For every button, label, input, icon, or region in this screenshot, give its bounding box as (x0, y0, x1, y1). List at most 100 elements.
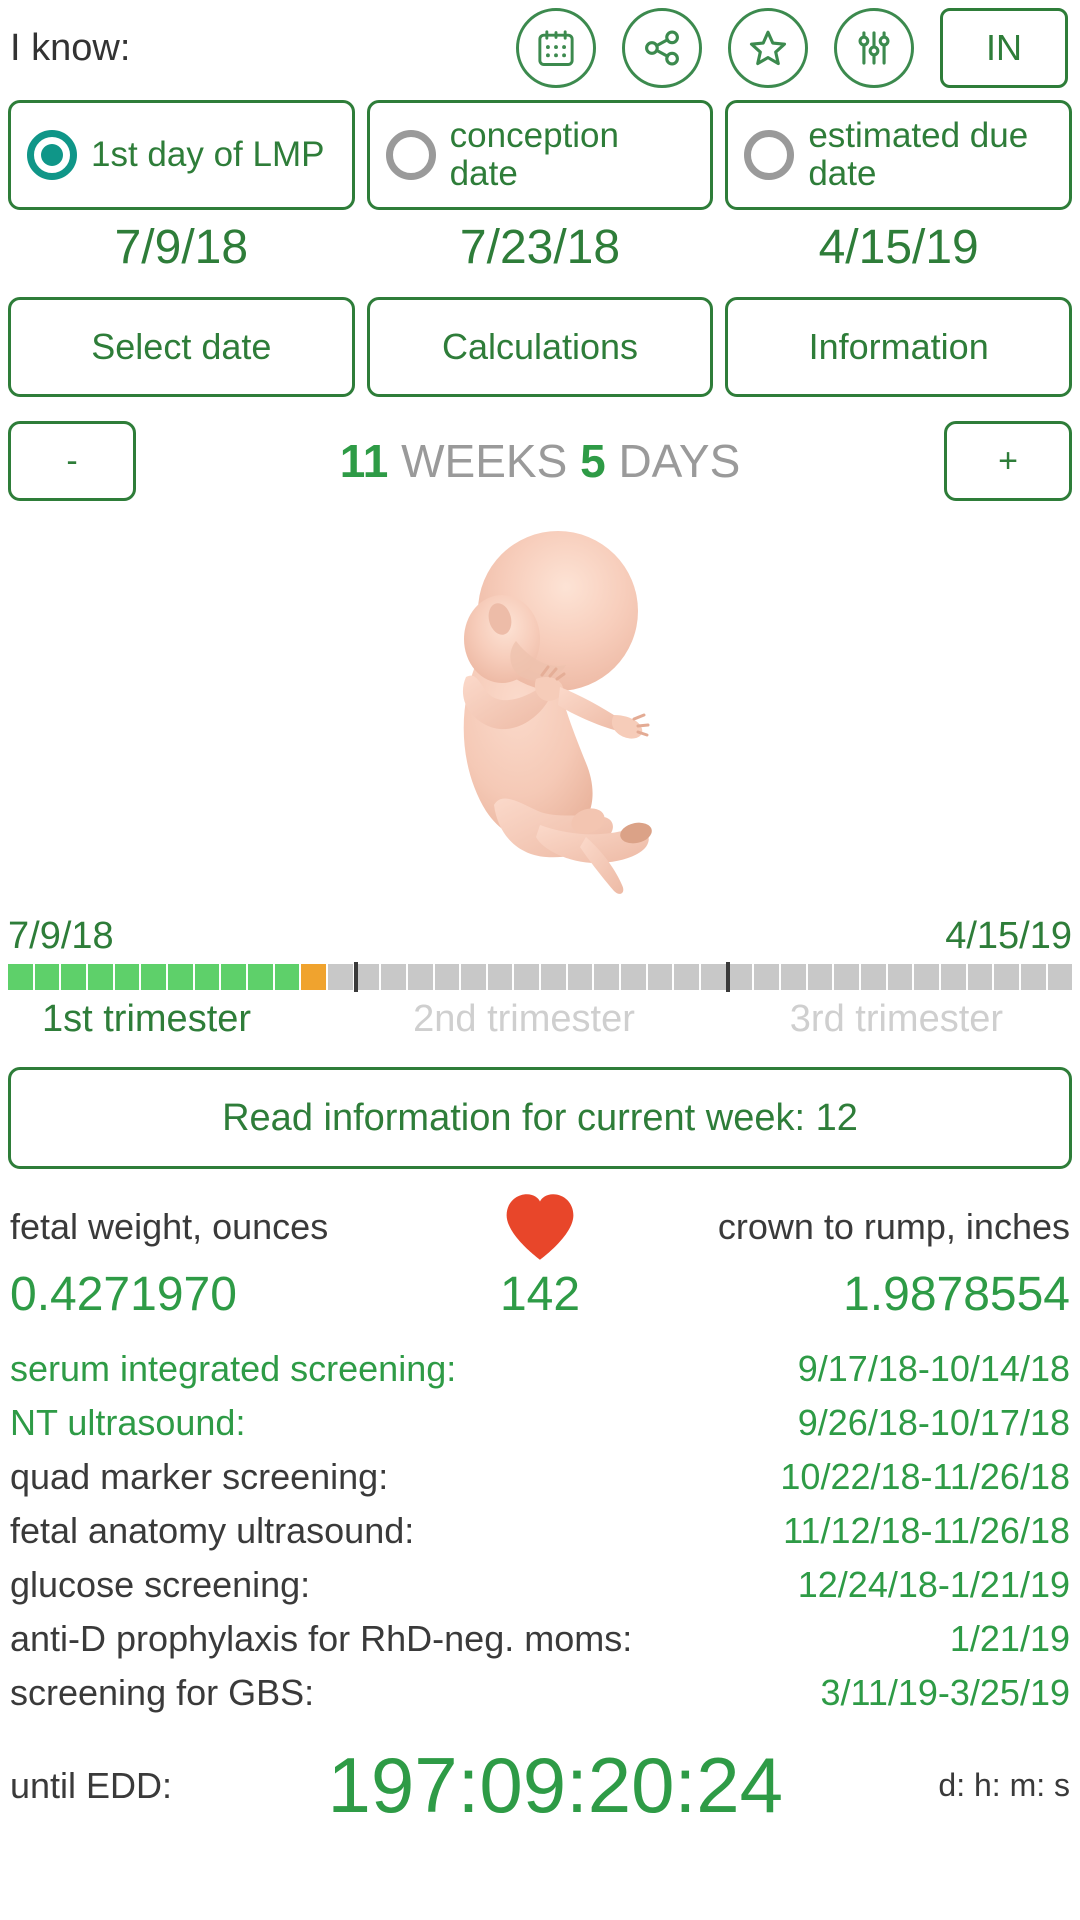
calendar-icon-button[interactable] (516, 8, 596, 88)
timeline-week-segment (61, 964, 86, 990)
timeline-week-segment (1047, 964, 1073, 990)
timeline-week-segment (407, 964, 433, 990)
date-value-conception[interactable]: 7/23/18 (367, 220, 714, 275)
timeline-week-segment (567, 964, 593, 990)
timeline-end-date: 4/15/19 (945, 915, 1072, 957)
screening-row: screening for GBS: 3/11/19-3/25/19 (10, 1672, 1070, 1714)
fetal-stats-labels: fetal weight, ounces crown to rump, inch… (10, 1191, 1070, 1263)
timeline-week-segment (487, 964, 513, 990)
screening-date-range: 10/22/18-11/26/18 (780, 1456, 1070, 1497)
gestational-age-stepper: - 11 WEEKS 5 DAYS + (6, 421, 1074, 501)
timeline-week-segment (167, 964, 193, 990)
countdown-row: until EDD: 197:09:20:24 d: h: m: s (6, 1740, 1074, 1831)
screening-row: glucose screening: 12/24/18-1/21/19 (10, 1564, 1070, 1606)
pregnancy-timeline: 7/9/18 4/15/19 1st trimester 2nd trimest… (6, 915, 1074, 1041)
radio-option-lmp[interactable]: 1st day of LMP (8, 100, 355, 210)
screening-schedule-table: serum integrated screening: 9/17/18-10/14… (6, 1348, 1074, 1714)
screening-label: quad marker screening: (10, 1456, 389, 1497)
fetal-stats-values: 0.4271970 142 1.9878554 (10, 1267, 1070, 1322)
timeline-week-segment (87, 964, 113, 990)
settings-sliders-icon-button[interactable] (834, 8, 914, 88)
timeline-week-segment (34, 964, 60, 990)
timeline-week-segment (834, 964, 859, 990)
screening-row: quad marker screening: 10/22/18-11/26/18 (10, 1456, 1070, 1498)
select-date-button[interactable]: Select date (8, 297, 355, 397)
screening-date-range: 12/24/18-1/21/19 (797, 1564, 1070, 1605)
timeline-week-segment (1020, 964, 1046, 990)
screening-label: screening for GBS: (10, 1672, 315, 1713)
timeline-week-segment (247, 964, 273, 990)
days-value: 5 (580, 435, 606, 487)
screening-label: fetal anatomy ultrasound: (10, 1510, 415, 1551)
radio-indicator-lmp[interactable] (27, 130, 77, 180)
share-icon (640, 26, 684, 70)
days-unit-label: DAYS (618, 435, 741, 487)
timeline-week-segment (381, 964, 406, 990)
countdown-label: until EDD: (10, 1764, 173, 1806)
timeline-week-segment (781, 964, 806, 990)
trimester-label-3: 3rd trimester (789, 998, 1004, 1040)
fetus-illustration-container (6, 511, 1074, 911)
radio-indicator-conception-date[interactable] (385, 130, 436, 180)
screening-date-range: 11/12/18-11/26/18 (783, 1510, 1070, 1551)
i-know-label: I know: (10, 26, 131, 69)
radio-option-estimated-due-date[interactable]: estimated due date (725, 100, 1073, 210)
method-radio-group: 1st day of LMP conception date estimated… (6, 100, 1074, 210)
method-dates-row: 7/9/18 7/23/18 4/15/19 (6, 220, 1074, 275)
timeline-week-segment (114, 964, 140, 990)
trimester-divider-tick (353, 962, 358, 992)
timeline-week-segment (754, 964, 780, 990)
read-week-information-button[interactable]: Read information for current week: 12 (8, 1067, 1072, 1169)
timeline-week-segment (141, 964, 166, 990)
timeline-week-segment (327, 964, 353, 990)
screening-label: anti-D prophylaxis for RhD-neg. moms: (10, 1618, 633, 1659)
fetus-illustration (390, 519, 690, 904)
decrement-button[interactable]: - (8, 421, 136, 501)
screening-date-range: 9/17/18-10/14/18 (797, 1348, 1070, 1389)
fetal-weight-value: 0.4271970 (10, 1268, 237, 1321)
gestational-age-display: 11 WEEKS 5 DAYS (136, 434, 944, 488)
radio-indicator-estimated-due-date[interactable] (744, 130, 795, 180)
timeline-week-segment (647, 964, 673, 990)
timeline-week-segment (701, 964, 726, 990)
radio-label-conception-date: conception date (449, 116, 619, 193)
screening-row: fetal anatomy ultrasound: 11/12/18-11/26/… (10, 1510, 1070, 1552)
trimester-labels: 1st trimester 2nd trimester 3rd trimeste… (8, 998, 1072, 1041)
radio-option-conception-date[interactable]: conception date (366, 100, 714, 210)
screening-date-range: 3/11/19-3/25/19 (820, 1672, 1070, 1713)
timeline-week-segment (807, 964, 833, 990)
timeline-start-date: 7/9/18 (8, 915, 114, 957)
date-value-due[interactable]: 4/15/19 (725, 220, 1072, 275)
crown-to-rump-label: crown to rump, inches (717, 1206, 1070, 1247)
timeline-week-segment (914, 964, 939, 990)
in-units-button[interactable]: IN (940, 8, 1068, 88)
calculations-button[interactable]: Calculations (366, 297, 714, 397)
screening-date-range: 1/21/19 (949, 1618, 1070, 1659)
timeline-week-segment (621, 964, 646, 990)
pregnancy-calculator-screen: I know: IN 1st day of LMP conception dat… (0, 0, 1080, 1920)
timeline-week-segment (541, 964, 566, 990)
timeline-week-segment (274, 964, 300, 990)
star-icon-button[interactable] (728, 8, 808, 88)
timeline-week-segment (967, 964, 993, 990)
timeline-week-segment (940, 964, 966, 990)
timeline-week-segment (434, 964, 460, 990)
top-toolbar: I know: IN (6, 0, 1074, 96)
weeks-value: 11 (339, 435, 389, 487)
increment-button[interactable]: + (944, 421, 1072, 501)
heartbeat-value: 142 (499, 1268, 581, 1321)
timeline-week-segment (674, 964, 700, 990)
timeline-week-segment (301, 964, 326, 990)
information-button[interactable]: Information (725, 297, 1073, 397)
timeline-week-segment (194, 964, 220, 990)
trimester-label-1: 1st trimester (42, 998, 252, 1040)
timeline-week-segment (514, 964, 540, 990)
fetal-weight-label: fetal weight, ounces (10, 1206, 329, 1247)
share-icon-button[interactable] (622, 8, 702, 88)
date-value-lmp[interactable]: 7/9/18 (8, 220, 355, 275)
timeline-progress-bar[interactable] (8, 962, 1073, 992)
screening-row: anti-D prophylaxis for RhD-neg. moms: 1/2… (10, 1618, 1070, 1660)
radio-label-estimated-due-date: estimated due date (808, 116, 1029, 193)
settings-sliders-icon (852, 26, 896, 70)
crown-to-rump-value: 1.9878554 (843, 1268, 1070, 1321)
